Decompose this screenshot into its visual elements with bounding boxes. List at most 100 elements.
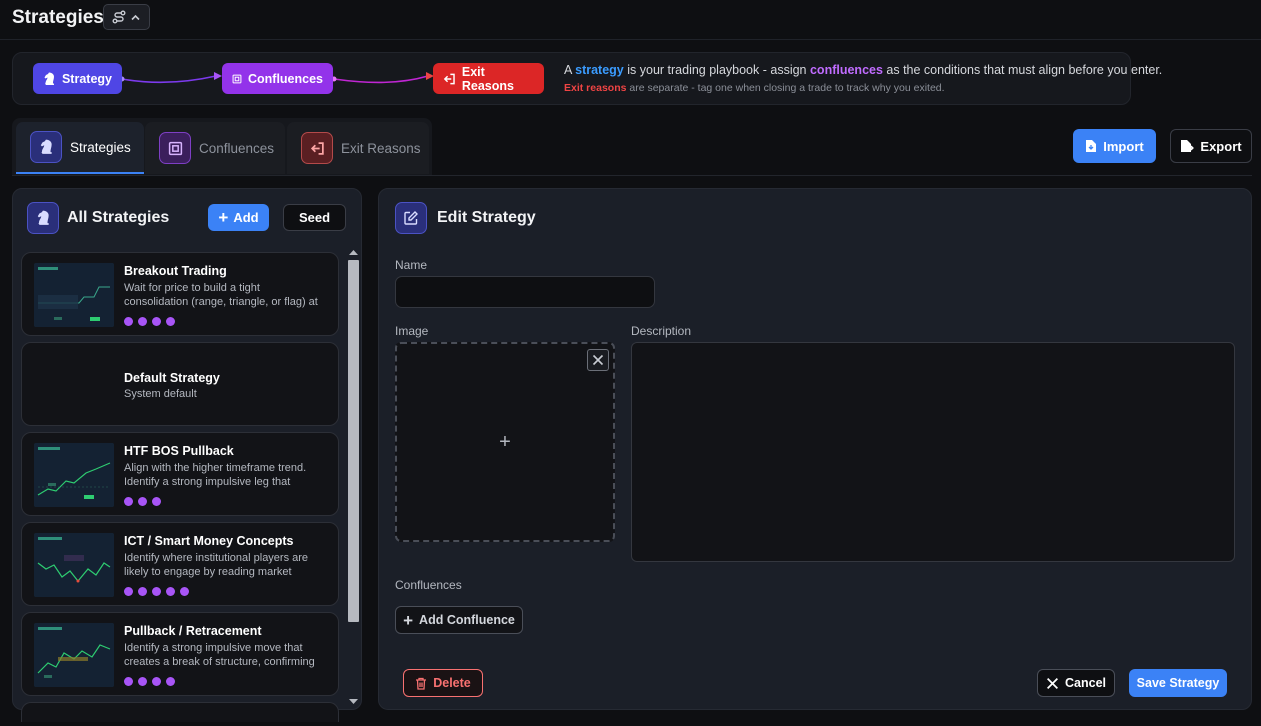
- import-label: Import: [1103, 138, 1144, 154]
- strategy-description: Align with the higher timeframe trend. I…: [124, 462, 307, 488]
- confluence-dot: [124, 587, 133, 596]
- panel-icon-box: [395, 202, 427, 234]
- chess-knight-icon: [40, 139, 52, 154]
- description-textarea[interactable]: [631, 342, 1235, 562]
- chart-thumbnail-image: [34, 533, 114, 597]
- highlight-strategy: strategy: [575, 63, 624, 77]
- confluence-dot: [138, 587, 147, 596]
- strategy-card-partial[interactable]: [21, 702, 339, 722]
- route-icon: [112, 10, 126, 24]
- editor-title: Edit Strategy: [437, 209, 536, 226]
- strategy-thumbnail: [34, 623, 114, 687]
- confluence-dot: [180, 587, 189, 596]
- panel-title: All Strategies: [67, 209, 170, 226]
- plus-icon: +: [403, 610, 414, 630]
- strategy-description: Identify where institutional players are…: [124, 552, 309, 578]
- confluence-dots: [124, 677, 175, 686]
- exit-arrow-icon: [443, 73, 455, 84]
- flow-step-exit-reasons: Exit Reasons: [433, 63, 544, 94]
- confluence-dots: [124, 317, 175, 326]
- flow-subdescription: Exit reasons are separate - tag one when…: [564, 82, 945, 94]
- add-strategy-button[interactable]: + Add: [208, 204, 269, 231]
- text: is your trading playbook - assign: [623, 63, 810, 77]
- tab-label: Confluences: [199, 140, 275, 156]
- tab-label: Exit Reasons: [341, 140, 421, 156]
- file-export-icon: [1181, 140, 1195, 152]
- add-confluence-label: Add Confluence: [419, 613, 515, 627]
- plus-icon: +: [218, 208, 229, 227]
- strategy-name: Pullback / Retracement: [124, 624, 262, 638]
- strategy-thumbnail: [34, 443, 114, 507]
- plus-icon: +: [499, 430, 511, 453]
- target-frame-icon: [168, 141, 182, 155]
- strategy-description: System default: [124, 388, 197, 400]
- scroll-down-arrow-icon[interactable]: [348, 697, 359, 706]
- delete-button[interactable]: Delete: [403, 669, 483, 697]
- chart-thumbnail-image: [34, 623, 114, 687]
- flow-step-label: Exit Reasons: [461, 64, 514, 93]
- strategy-card[interactable]: Pullback / Retracement Identify a strong…: [21, 612, 339, 696]
- flow-step-confluences: Confluences: [222, 63, 333, 94]
- description-label: Description: [631, 324, 692, 338]
- highlight-confluences: confluences: [809, 63, 883, 77]
- export-button[interactable]: Export: [1170, 129, 1252, 163]
- strategy-description: Wait for price to build a tight consolid…: [124, 282, 318, 308]
- flow-step-label: Confluences: [247, 71, 323, 86]
- title-bar: [0, 0, 1261, 40]
- strategy-description: Identify a strong impulsive move that cr…: [124, 642, 315, 668]
- name-label: Name: [395, 258, 428, 272]
- confluence-dot: [152, 497, 161, 506]
- strategy-card[interactable]: Default Strategy System default: [21, 342, 339, 426]
- image-upload-dropzone[interactable]: +: [395, 342, 615, 542]
- remove-image-button[interactable]: [587, 349, 609, 371]
- strategy-card[interactable]: HTF BOS Pullback Align with the higher t…: [21, 432, 339, 516]
- save-label: Save Strategy: [1136, 676, 1220, 690]
- chart-thumbnail-image: [34, 263, 114, 327]
- exit-arrow-icon: [310, 141, 324, 155]
- route-toggle-button[interactable]: [103, 4, 150, 30]
- strategy-name: ICT / Smart Money Concepts: [124, 534, 294, 548]
- cancel-label: Cancel: [1065, 676, 1106, 690]
- strategy-card[interactable]: Breakout Trading Wait for price to build…: [21, 252, 339, 336]
- target-frame-icon: [232, 74, 242, 83]
- tab-icon-box: [30, 131, 62, 163]
- import-button[interactable]: Import: [1073, 129, 1156, 163]
- confluence-dot: [166, 317, 175, 326]
- scrollbar-thumb[interactable]: [348, 260, 359, 622]
- seed-label: Seed: [298, 210, 331, 225]
- close-icon: [1047, 677, 1058, 689]
- flow-step-strategy: Strategy: [33, 63, 122, 94]
- chart-thumbnail-image: [34, 443, 114, 507]
- strategy-card[interactable]: ICT / Smart Money Concepts Identify wher…: [21, 522, 339, 606]
- tab-strategies[interactable]: Strategies: [16, 122, 144, 174]
- confluence-dot: [166, 587, 175, 596]
- text: A: [564, 63, 576, 77]
- flow-step-label: Strategy: [61, 71, 112, 86]
- add-label: Add: [233, 210, 259, 225]
- strategy-name: Default Strategy: [124, 371, 220, 385]
- tab-icon-box: [301, 132, 333, 164]
- scroll-up-arrow-icon[interactable]: [348, 248, 359, 257]
- flow-description: A strategy is your trading playbook - as…: [564, 63, 1162, 77]
- confluence-dots: [124, 587, 189, 596]
- tab-confluences[interactable]: Confluences: [145, 122, 285, 174]
- strategy-name: HTF BOS Pullback: [124, 444, 234, 458]
- trash-icon: [416, 677, 427, 690]
- confluence-dot: [124, 677, 133, 686]
- tab-exit-reasons[interactable]: Exit Reasons: [287, 122, 429, 174]
- strategy-name-input[interactable]: [395, 276, 655, 308]
- save-strategy-button[interactable]: Save Strategy: [1129, 669, 1227, 697]
- chess-knight-icon: [44, 72, 54, 85]
- confluence-dot: [124, 317, 133, 326]
- cancel-button[interactable]: Cancel: [1037, 669, 1115, 697]
- page-title: Strategies: [12, 7, 104, 28]
- export-label: Export: [1200, 138, 1242, 154]
- delete-label: Delete: [433, 676, 471, 690]
- tab-label: Strategies: [70, 139, 131, 155]
- file-import-icon: [1086, 140, 1097, 152]
- chess-knight-icon: [37, 210, 49, 225]
- close-icon: [592, 354, 604, 366]
- seed-button[interactable]: Seed: [283, 204, 346, 231]
- strategy-thumbnail: [34, 533, 114, 597]
- add-confluence-button[interactable]: + Add Confluence: [395, 606, 523, 634]
